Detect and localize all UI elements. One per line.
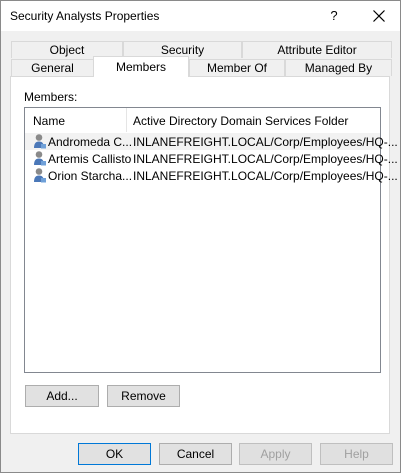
column-separator[interactable] <box>126 108 127 132</box>
tab-managed-by[interactable]: Managed By <box>285 59 392 76</box>
tab-general[interactable]: General <box>11 59 94 76</box>
ok-button[interactable]: OK <box>78 443 151 465</box>
close-icon <box>373 10 385 22</box>
tab-members[interactable]: Members <box>93 56 189 77</box>
tab-member-of[interactable]: Member Of <box>189 59 285 76</box>
member-folder: INLANEFREIGHT.LOCAL/Corp/Employees/HQ-..… <box>133 135 398 149</box>
user-icon <box>34 168 46 183</box>
user-icon <box>34 134 46 149</box>
column-header-name[interactable]: Name <box>33 114 65 128</box>
properties-dialog: Security Analysts Properties ? Object Se… <box>0 0 401 473</box>
tab-attribute-editor[interactable]: Attribute Editor <box>242 41 392 58</box>
help-button[interactable]: Help <box>320 443 393 465</box>
member-folder: INLANEFREIGHT.LOCAL/Corp/Employees/HQ-..… <box>133 169 398 183</box>
remove-button[interactable]: Remove <box>107 385 180 407</box>
title-bar: Security Analysts Properties ? <box>1 1 400 31</box>
cancel-button[interactable]: Cancel <box>159 443 232 465</box>
apply-button[interactable]: Apply <box>239 443 312 465</box>
list-item[interactable]: Orion Starcha... INLANEFREIGHT.LOCAL/Cor… <box>25 167 398 184</box>
user-icon <box>34 151 46 166</box>
list-item[interactable]: Andromeda C... INLANEFREIGHT.LOCAL/Corp/… <box>25 133 398 150</box>
window-title: Security Analysts Properties <box>10 9 160 23</box>
member-folder: INLANEFREIGHT.LOCAL/Corp/Employees/HQ-..… <box>133 152 398 166</box>
list-item[interactable]: Artemis Callisto INLANEFREIGHT.LOCAL/Cor… <box>25 150 398 167</box>
members-tab-panel: Members: Name Active Directory Domain Se… <box>10 76 398 434</box>
help-title-button[interactable]: ? <box>319 1 349 31</box>
members-label: Members: <box>24 90 78 104</box>
close-button[interactable] <box>363 1 393 31</box>
member-name: Artemis Callisto <box>48 152 132 166</box>
members-list[interactable]: Name Active Directory Domain Services Fo… <box>24 107 398 373</box>
list-header: Name Active Directory Domain Services Fo… <box>25 108 380 132</box>
add-button[interactable]: Add... <box>25 385 99 407</box>
member-name: Orion Starcha... <box>48 169 133 183</box>
member-name: Andromeda C... <box>48 135 133 149</box>
column-header-folder[interactable]: Active Directory Domain Services Folder <box>133 114 348 128</box>
